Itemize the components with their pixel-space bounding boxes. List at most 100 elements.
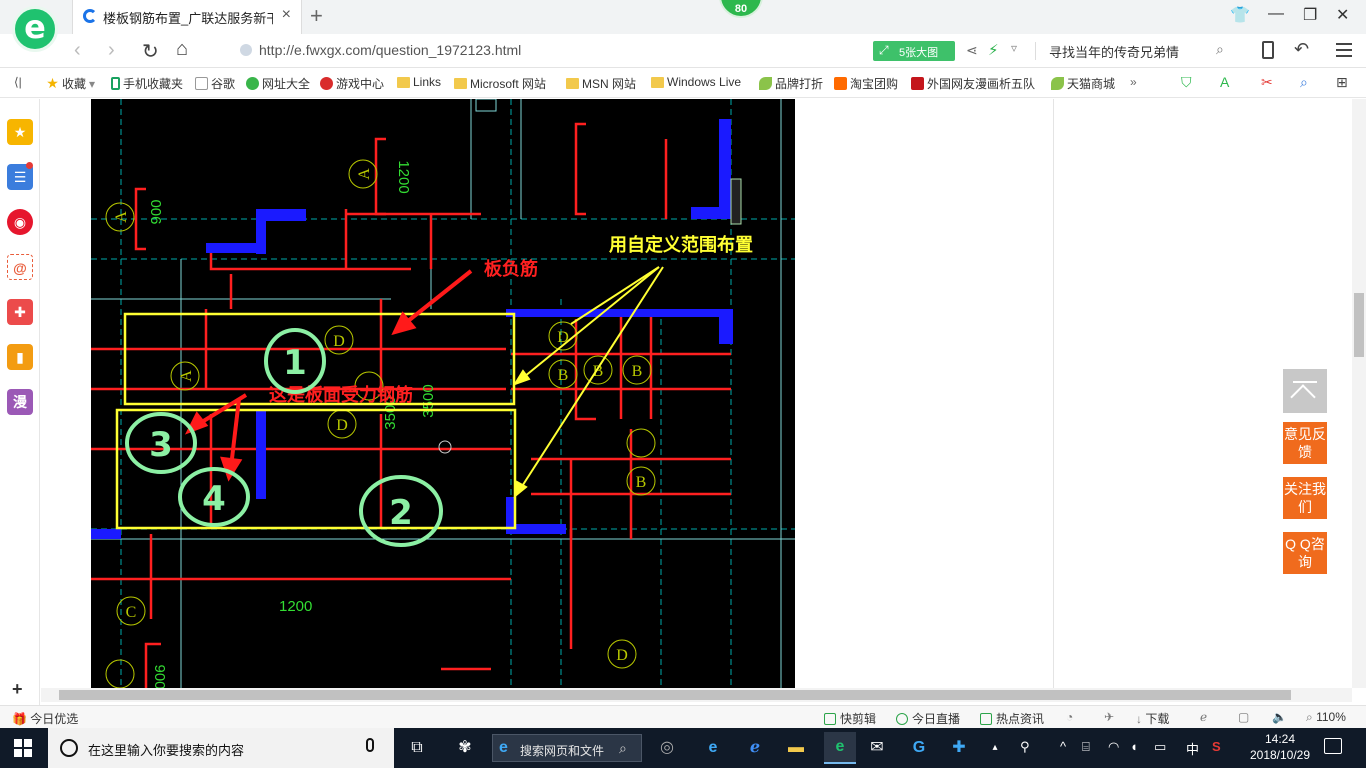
bookmark-games[interactable]: 游戏中心 <box>320 75 384 92</box>
reload-button[interactable]: ↻ <box>142 39 159 64</box>
people-icon[interactable]: ⚲ <box>1020 739 1030 755</box>
start-button[interactable] <box>14 739 32 757</box>
keyboard-icon[interactable]: ▭ <box>1154 739 1166 755</box>
status-download[interactable]: ↓ 下载 <box>1136 710 1169 727</box>
feedback-button[interactable]: 意见反馈 <box>1283 422 1327 464</box>
minimize-button[interactable]: — <box>1268 5 1284 23</box>
lightning-icon[interactable]: ⚡ <box>988 41 999 59</box>
browser-logo-icon[interactable]: e <box>12 6 58 52</box>
mail-icon[interactable]: @ <box>7 254 33 280</box>
follow-us-button[interactable]: 关注我们 <box>1283 477 1327 519</box>
menu-icon[interactable] <box>1336 43 1352 57</box>
sogou-icon[interactable]: S <box>1212 739 1221 754</box>
apps-grid-icon[interactable]: ⊞ <box>1336 74 1348 91</box>
bookmark-directory[interactable]: 网址大全 <box>246 75 310 92</box>
play-icon <box>896 713 908 725</box>
vertical-scroll-thumb[interactable] <box>1354 293 1364 357</box>
maximize-button[interactable]: ❐ <box>1303 5 1317 25</box>
scissors-icon[interactable]: ✂ <box>1261 74 1273 91</box>
back-to-top-button[interactable] <box>1283 369 1327 413</box>
forward-button[interactable]: › <box>108 39 115 62</box>
pinwheel-app-icon[interactable]: ✾ <box>454 737 476 759</box>
edge-app-icon[interactable]: e <box>702 737 724 759</box>
bookmark-tmall[interactable]: 天猫商城 <box>1051 75 1115 92</box>
network-icon[interactable]: ⌸ <box>1082 739 1090 755</box>
notification-center-icon[interactable] <box>1324 738 1342 754</box>
share-icon[interactable]: ⋖ <box>966 42 978 59</box>
bell-app-icon[interactable]: ◎ <box>656 737 678 759</box>
bookmark-windows-live[interactable]: Windows Live <box>651 75 741 89</box>
back-button[interactable]: ‹ <box>74 39 81 62</box>
browser-taskbar-icon[interactable]: e <box>824 732 856 764</box>
taskbar-scroll-icon[interactable]: ▴ <box>984 737 1006 759</box>
gamepad-icon[interactable]: ✚ <box>7 299 33 325</box>
zoom-control[interactable]: ⌕ 110% <box>1306 710 1346 725</box>
qq-consult-button[interactable]: Q Q咨询 <box>1283 532 1327 574</box>
volume-icon[interactable]: 🔈 <box>1272 710 1287 724</box>
clock[interactable]: 14:24 2018/10/29 <box>1240 731 1320 763</box>
search-box[interactable]: 寻找当年的传奇兄弟情 <box>1049 42 1179 61</box>
ime-mode[interactable]: 中 <box>1186 739 1199 758</box>
bookmark-brand-sale[interactable]: 品牌打折 <box>759 75 823 92</box>
taskbar-search-box[interactable]: 在这里输入你要搜索的内容 <box>48 728 394 768</box>
comic-icon[interactable]: 漫 <box>7 389 33 415</box>
status-hot-news[interactable]: 热点资讯 <box>980 710 1044 727</box>
wifi-icon[interactable]: ◠ <box>1108 739 1119 755</box>
task-view-icon[interactable]: ⧉ <box>406 737 428 759</box>
close-window-button[interactable]: ✕ <box>1336 5 1349 25</box>
book-icon[interactable]: ▮ <box>7 344 33 370</box>
url-field[interactable]: http://e.fwxgx.com/question_1972123.html <box>259 42 521 58</box>
new-tab-button[interactable]: + <box>310 3 323 29</box>
cross-app-icon[interactable]: ✚ <box>948 737 970 759</box>
hand-number: 2 <box>389 493 413 533</box>
bookmark-mobile[interactable]: 手机收藏夹 <box>111 75 183 92</box>
skin-icon[interactable]: 👕 <box>1230 5 1250 25</box>
mobile-icon[interactable] <box>1262 41 1274 59</box>
g-app-icon[interactable]: G <box>908 737 930 759</box>
mail-app-icon[interactable]: ✉ <box>866 737 888 759</box>
add-icon[interactable]: + <box>12 679 23 700</box>
home-button[interactable]: ⌂ <box>176 38 188 61</box>
tab-close-icon[interactable]: × <box>282 6 291 24</box>
leaf-icon <box>1051 77 1064 90</box>
search-icon[interactable]: ⌕ <box>1216 41 1224 58</box>
bookmark-microsoft[interactable]: Microsoft 网站 <box>454 75 546 92</box>
translate-icon[interactable]: A <box>1220 74 1229 90</box>
daily-picks[interactable]: 🎁 今日优选 <box>12 710 78 727</box>
bookmark-comics[interactable]: 外国网友漫画析五队 <box>911 75 1035 92</box>
status-quick-edit[interactable]: 快剪辑 <box>824 710 876 727</box>
file-explorer-icon[interactable]: ▬ <box>785 737 807 759</box>
pin-icon[interactable]: ✈ <box>1104 710 1114 724</box>
status-live[interactable]: 今日直播 <box>896 710 960 727</box>
microphone-icon[interactable] <box>366 738 374 752</box>
speed-icon[interactable]: ◔ <box>1066 710 1073 724</box>
horizontal-scroll-thumb[interactable] <box>59 690 1291 700</box>
score-badge[interactable]: 80 <box>719 0 763 18</box>
star-icon[interactable]: ★ <box>7 119 33 145</box>
bookmark-links[interactable]: Links <box>397 75 441 89</box>
bookmark-msn[interactable]: MSN 网站 <box>566 75 636 92</box>
web-search-box[interactable]: e 搜索网页和文件 ⌕ <box>492 734 642 762</box>
big-image-button[interactable]: ⤢ 5张大图 <box>873 41 955 61</box>
vertical-scrollbar[interactable] <box>1352 99 1366 688</box>
dimension-label: 1200 <box>395 160 412 193</box>
horizontal-scrollbar[interactable] <box>41 688 1352 702</box>
bookmark-favorites[interactable]: ★ 收藏 ▾ <box>46 75 95 92</box>
weibo-icon[interactable]: ◉ <box>7 209 33 235</box>
window-icon[interactable]: ▢ <box>1238 710 1249 724</box>
active-tab[interactable]: 楼板钢筋布置_广联达服务新干线 × <box>72 0 302 34</box>
site-info-icon[interactable] <box>240 44 252 56</box>
chevron-down-icon[interactable]: ▿ <box>1011 41 1017 55</box>
security-shield-icon[interactable]: ⛉ <box>1181 74 1192 91</box>
undo-icon[interactable]: ↶ <box>1294 39 1309 60</box>
search-icon[interactable]: ⌕ <box>1300 74 1308 91</box>
tray-expand-icon[interactable]: ^ <box>1060 739 1066 754</box>
bookmark-google[interactable]: 谷歌 <box>195 75 235 92</box>
status-label: 今日直播 <box>912 712 961 726</box>
bookmark-taobao[interactable]: 淘宝团购 <box>834 75 898 92</box>
ie-app-icon[interactable]: ℯ <box>744 737 766 759</box>
ie-mode-icon[interactable]: ℯ <box>1200 710 1207 724</box>
collapse-sidebar-icon[interactable]: ⟨| <box>14 75 22 89</box>
more-bookmarks-icon[interactable]: » <box>1130 75 1137 89</box>
volume-icon[interactable]: ◖ <box>1130 739 1138 754</box>
